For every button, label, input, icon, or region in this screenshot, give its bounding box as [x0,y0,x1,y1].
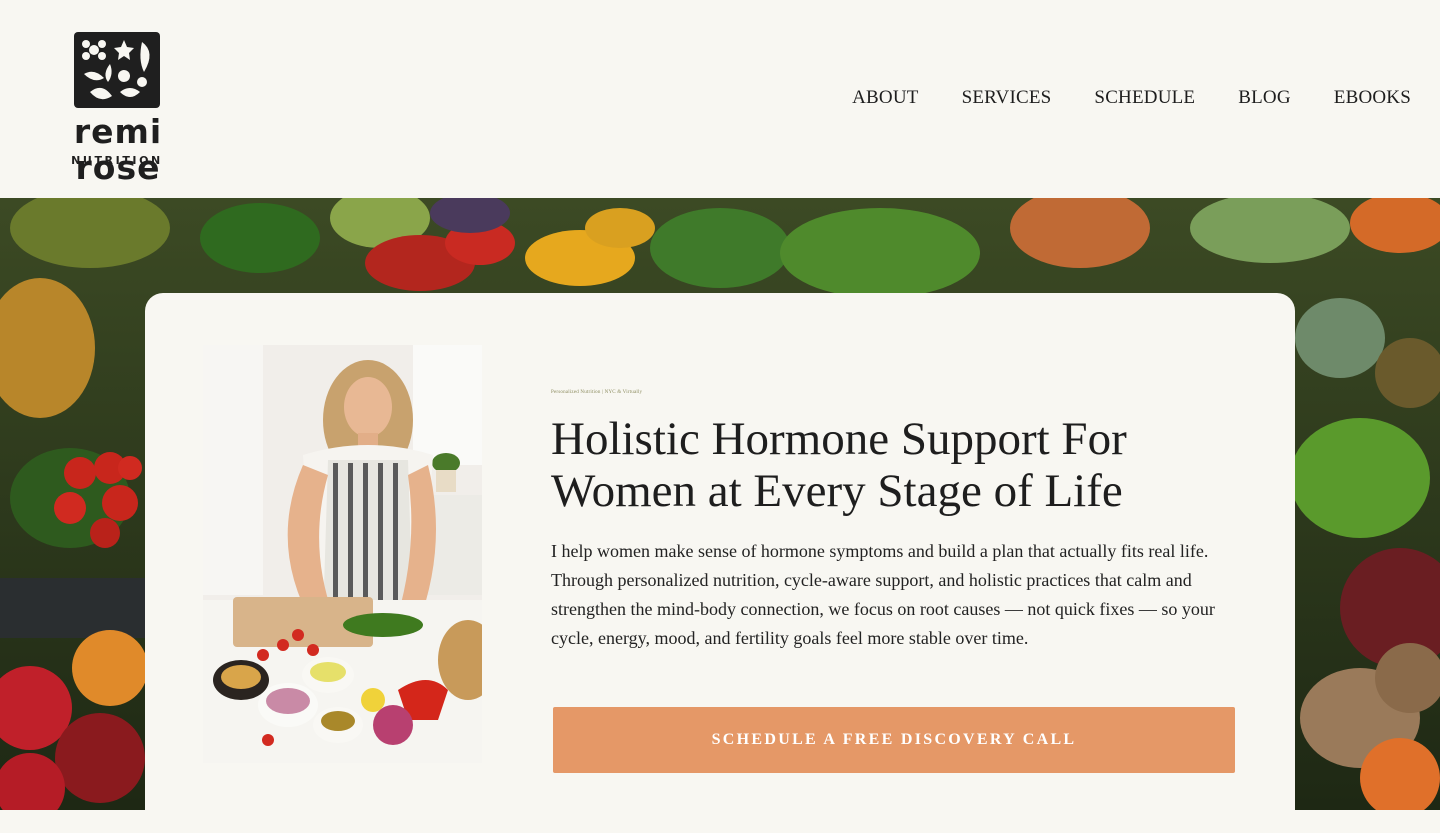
brand-name: remi rose [73,112,163,187]
logo[interactable]: remi rose NUTRITION [30,30,206,186]
site-header: remi rose NUTRITION ABOUT SERVICES SCHED… [0,0,1440,198]
brand-subtitle: NUTRITION [71,154,163,167]
hero-body: I help women make sense of hormone sympt… [551,541,1215,648]
nav-item-services[interactable]: SERVICES [962,86,1052,110]
nav-item-ebooks[interactable]: EBOOKS [1334,86,1411,110]
main-nav: ABOUT SERVICES SCHEDULE BLOG EBOOKS [852,86,1411,110]
nav-item-schedule[interactable]: SCHEDULE [1094,86,1195,110]
hero-eyebrow: Personalized Nutrition | NYC & Virtually [551,390,643,395]
nav-item-blog[interactable]: BLOG [1238,86,1291,110]
hero-headline: Holistic Hormone Support For Women at Ev… [551,413,1127,517]
hero-card: Personalized Nutrition | NYC & Virtually… [145,293,1295,833]
woman-chopping-vegetables-photo [203,345,482,763]
hero-photo [203,345,482,763]
schedule-discovery-call-button[interactable]: SCHEDULE A FREE DISCOVERY CALL [553,707,1235,773]
floral-botanical-logo-icon [74,32,160,108]
nav-item-about[interactable]: ABOUT [852,86,918,110]
